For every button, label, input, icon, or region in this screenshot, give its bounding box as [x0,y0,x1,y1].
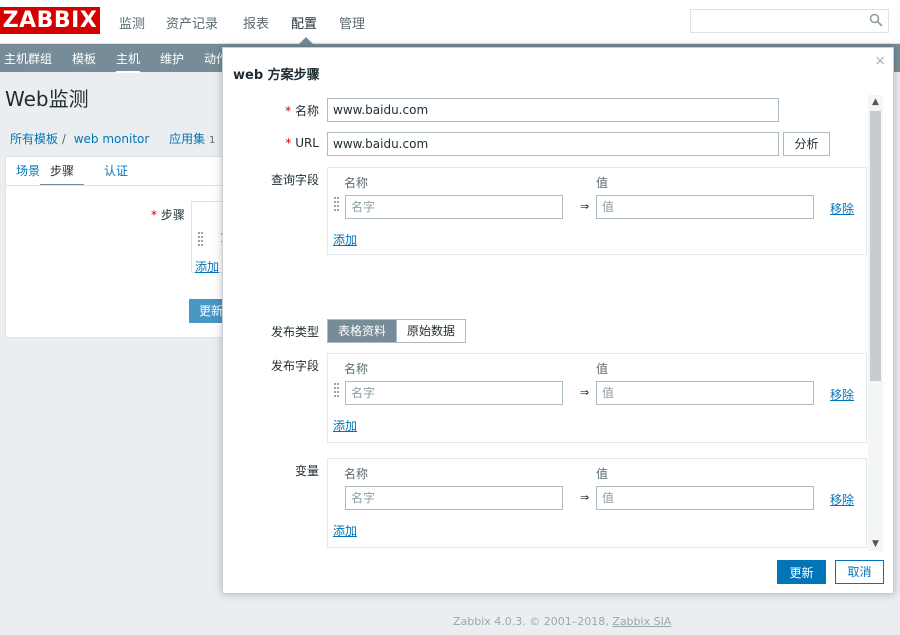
breadcrumb-applications[interactable]: 应用集 [169,132,205,146]
name-label: 名称 [294,104,319,118]
scroll-down-icon[interactable]: ▼ [868,537,883,551]
query-name-input[interactable]: 名字 [345,195,563,219]
column-value-header: 值 [596,467,609,481]
arrow-icon: ⇒ [580,386,590,399]
query-fields-label: 查询字段 [270,173,319,187]
menu-reports[interactable]: 报表 [243,13,269,32]
dialog-cancel-button[interactable]: 取消 [835,560,884,584]
steps-field-label: * 步骤 [151,206,185,223]
name-input[interactable]: www.baidu.com [327,98,779,122]
close-icon[interactable]: × [874,53,886,69]
post-type-label: 发布类型 [270,325,319,339]
url-label: URL [295,136,319,150]
drag-handle-icon[interactable] [334,383,340,403]
active-menu-caret [299,37,313,44]
submenu-hosts[interactable]: 主机 [116,50,141,73]
variables-table: 名称 值 名字 ⇒ 值 移除 添加 [327,458,867,548]
variable-value-input[interactable]: 值 [596,486,814,510]
column-name-header: 名称 [344,176,369,190]
variable-remove-link[interactable]: 移除 [830,491,854,508]
tab-authentication[interactable]: 认证 [104,162,128,179]
parse-button[interactable]: 分析 [783,132,830,156]
footer-version: Zabbix 4.0.3. © 2001–2018, [453,615,609,628]
post-name-input[interactable]: 名字 [345,381,563,405]
dialog-title: web 方案步骤 [233,68,320,83]
post-remove-link[interactable]: 移除 [830,386,854,403]
name-field-label: * 名称 [223,102,319,119]
post-add-link[interactable]: 添加 [333,417,357,434]
variable-name-input[interactable]: 名字 [345,486,563,510]
required-mark: * [285,136,292,150]
submenu-maintenance[interactable]: 维护 [160,50,184,67]
drag-handle-icon[interactable] [334,197,340,217]
submenu-templates[interactable]: 模板 [72,50,96,67]
steps-label: 步骤 [160,208,185,222]
search-input[interactable] [690,9,889,33]
zabbix-logo[interactable]: ZABBIX [0,7,100,34]
arrow-icon: ⇒ [580,200,590,213]
dialog-body: * 名称 www.baidu.com * URL www.baidu.com 分… [223,95,883,551]
drag-handle-icon[interactable] [198,232,204,252]
applications-count: 1 [208,135,216,146]
required-mark: * [285,104,292,118]
scroll-up-icon[interactable]: ▲ [868,95,883,109]
breadcrumb-all-templates[interactable]: 所有模板 [10,132,58,146]
query-add-link[interactable]: 添加 [333,231,357,248]
top-navigation: ZABBIX 监测 资产记录 报表 配置 管理 [0,0,900,44]
query-value-input[interactable]: 值 [596,195,814,219]
page-title: Web监测 [5,87,89,111]
scrollbar-thumb[interactable] [870,111,881,381]
required-mark: * [151,208,157,222]
url-input[interactable]: www.baidu.com [327,132,779,156]
dialog-update-button[interactable]: 更新 [777,560,826,584]
post-type-raw-data[interactable]: 原始数据 [396,320,466,342]
menu-inventory[interactable]: 资产记录 [166,13,218,32]
menu-administration[interactable]: 管理 [339,13,365,32]
column-name-header: 名称 [344,467,369,481]
add-step-link[interactable]: 添加 [195,258,219,275]
search-icon[interactable] [869,13,883,27]
post-fields-table: 名称 值 名字 ⇒ 值 移除 添加 [327,353,867,443]
variable-add-link[interactable]: 添加 [333,522,357,539]
column-value-header: 值 [596,362,609,376]
column-name-header: 名称 [344,362,369,376]
query-fields-table: 名称 值 名字 ⇒ 值 移除 添加 [327,167,867,255]
menu-monitoring[interactable]: 监测 [119,13,145,32]
post-type-toggle: 表格资料 原始数据 [327,319,467,343]
tab-steps[interactable]: 步骤 [40,162,85,186]
breadcrumb-template[interactable]: web monitor [74,132,150,146]
post-value-input[interactable]: 值 [596,381,814,405]
footer: Zabbix 4.0.3. © 2001–2018, Zabbix SIA [453,615,671,628]
variables-label: 变量 [294,464,319,478]
tab-scenario[interactable]: 场景 [16,162,40,179]
dialog-scrollbar[interactable]: ▲ ▼ [868,95,883,551]
url-field-label: * URL [223,136,319,150]
post-type-form-data[interactable]: 表格资料 [328,320,397,342]
submenu-host-groups[interactable]: 主机群组 [4,50,52,67]
arrow-icon: ⇒ [580,491,590,504]
breadcrumb: 所有模板 / web monitor 应用集 1 [10,130,219,147]
post-fields-label: 发布字段 [270,359,319,373]
column-value-header: 值 [596,176,609,190]
menu-configuration[interactable]: 配置 [291,13,317,32]
footer-company-link[interactable]: Zabbix SIA [612,615,671,628]
breadcrumb-separator: / [61,132,66,146]
query-remove-link[interactable]: 移除 [830,200,854,217]
web-step-dialog: web 方案步骤 × * 名称 www.baidu.com * URL www.… [222,47,894,594]
